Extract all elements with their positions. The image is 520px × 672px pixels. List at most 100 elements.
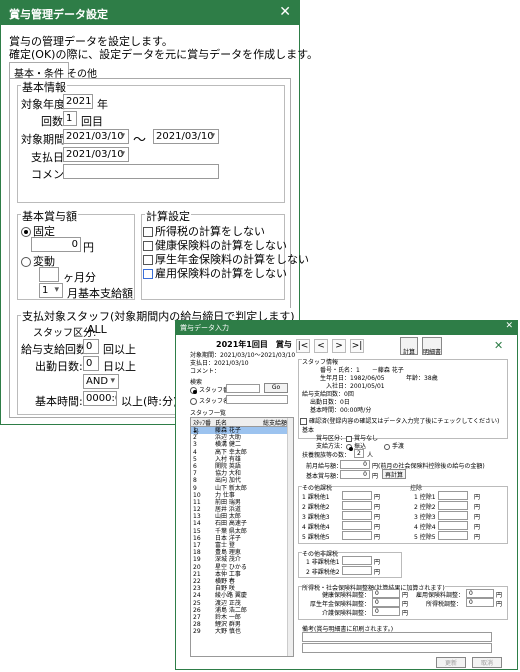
taxable-input[interactable] xyxy=(342,501,372,510)
go-button[interactable]: Go xyxy=(264,383,288,393)
staff-no-cell: 27 xyxy=(193,613,201,621)
cancel-button[interactable]: 取消 xyxy=(472,657,502,668)
table-row[interactable]: 12 居井 浜道 xyxy=(191,506,293,513)
staff-no-cell: 2 xyxy=(193,434,197,442)
cash-radio[interactable]: 手渡 xyxy=(384,441,404,450)
adj-care-input[interactable]: 0 xyxy=(372,607,400,616)
table-row[interactable]: 20 星空 ひかる xyxy=(191,564,293,571)
adj-pension-input[interactable]: 0 xyxy=(372,598,400,607)
recalc-button[interactable]: 再計算 xyxy=(382,469,406,479)
year-input[interactable]: 2021 xyxy=(63,94,93,109)
adj-income-tax-input[interactable]: 0 xyxy=(466,598,494,607)
nontax-2-input[interactable] xyxy=(342,566,372,575)
staff-name-cell: 出向 加代 xyxy=(215,477,241,485)
base-bonus-input[interactable]: 0 xyxy=(340,470,370,479)
no-employment-ins-checkbox[interactable]: 雇用保険料の計算をしない xyxy=(143,265,287,281)
calc-button[interactable]: 計算 xyxy=(400,337,418,356)
prev-record-icon[interactable]: < xyxy=(314,339,328,353)
adj-employment-input[interactable]: 0 xyxy=(466,589,494,598)
pay-count-input[interactable]: 0 xyxy=(83,339,99,354)
table-row[interactable]: 26 浦島 浩二郎 xyxy=(191,607,293,614)
next-record-icon[interactable]: > xyxy=(332,339,346,353)
table-row[interactable]: 7 協力 大和 xyxy=(191,470,293,477)
table-row[interactable]: 11 前田 瑞男 xyxy=(191,499,293,506)
yen-unit: 円 xyxy=(374,514,381,521)
table-row[interactable]: 3 横溝 健二 xyxy=(191,441,293,448)
deductions-label: 5 控除5 xyxy=(414,534,436,541)
update-button[interactable]: 更新 xyxy=(436,657,466,668)
close-icon[interactable]: ✕ xyxy=(505,321,513,331)
table-row[interactable]: 5 入村 有雄 xyxy=(191,456,293,463)
months-input[interactable] xyxy=(39,267,59,282)
print-slip-button[interactable]: 明細書 xyxy=(422,337,442,356)
scrollbar[interactable] xyxy=(287,418,293,656)
table-row[interactable]: 16 日本 洋子 xyxy=(191,535,293,542)
note-input-2[interactable] xyxy=(302,643,492,653)
table-row[interactable]: 6 関院 英語 xyxy=(191,463,293,470)
nontax-1-input[interactable] xyxy=(342,556,372,565)
close-x-icon[interactable]: ✕ xyxy=(494,339,503,352)
staff-list[interactable]: ｽﾀｯﾌ番号 氏名 総支給額 1 藤森 花子 2 浜辺 大助 3 横溝 健二 4 高下 幸太郎… xyxy=(190,417,294,657)
table-row[interactable]: 25 渡辺 正茂 xyxy=(191,600,293,607)
taxable-label: 1 課税他1 xyxy=(302,494,330,501)
deductions-input[interactable] xyxy=(438,501,468,510)
table-row[interactable]: 8 出向 加代 xyxy=(191,477,293,484)
deductions-label: 4 控除4 xyxy=(414,524,436,531)
and-select[interactable]: AND xyxy=(83,374,119,389)
taxable-input[interactable] xyxy=(342,531,372,540)
pay-method-label: 支給方法： xyxy=(316,443,347,450)
fixed-amount-input[interactable]: 0 xyxy=(31,237,81,252)
base-month-select[interactable]: 1 xyxy=(39,283,63,298)
deductions-input[interactable] xyxy=(438,521,468,530)
search-no-input[interactable] xyxy=(226,384,260,393)
table-row[interactable]: 4 高下 幸太郎 xyxy=(191,449,293,456)
table-row[interactable]: 18 豊島 理恵 xyxy=(191,549,293,556)
table-row[interactable]: 27 鈴木 一郎 xyxy=(191,614,293,621)
period-from-select[interactable]: 2021/03/10 xyxy=(63,129,129,144)
dependents-input[interactable]: 2 xyxy=(354,449,364,458)
table-row[interactable]: 2 浜辺 大助 xyxy=(191,434,293,441)
hours-input[interactable]: 0000:00 xyxy=(83,391,117,406)
table-row[interactable]: 10 力 仕事 xyxy=(191,492,293,499)
pay-date-select[interactable]: 2021/03/10 xyxy=(63,147,129,162)
last-record-icon[interactable]: >| xyxy=(350,339,364,353)
table-row[interactable]: 15 千葉 県太郎 xyxy=(191,528,293,535)
deductions-input[interactable] xyxy=(438,511,468,520)
table-row[interactable]: 22 横野 春 xyxy=(191,578,293,585)
sub-title: 賞与データ入力 xyxy=(180,324,229,332)
taxable-input[interactable] xyxy=(342,491,372,500)
deductions-input[interactable] xyxy=(438,531,468,540)
times-input[interactable]: 1 xyxy=(63,111,77,126)
col-staff-no[interactable]: ｽﾀｯﾌ番号 xyxy=(191,418,215,436)
table-row[interactable]: 28 鯉沢 群男 xyxy=(191,621,293,628)
taxable-input[interactable] xyxy=(342,521,372,530)
table-row[interactable]: 21 本仲 工事 xyxy=(191,571,293,578)
col-name[interactable]: 氏名 xyxy=(215,418,263,427)
table-row[interactable]: 24 綾小路 翼慶 xyxy=(191,592,293,599)
search-by-name-radio[interactable]: スタッフ名 xyxy=(190,396,229,405)
table-row[interactable]: 17 富士 登 xyxy=(191,542,293,549)
first-record-icon[interactable]: |< xyxy=(296,339,310,353)
table-row[interactable]: 29 大野 慎也 xyxy=(191,628,293,635)
note-input-1[interactable] xyxy=(302,632,492,642)
tab-basic[interactable]: 基本・条件 xyxy=(9,62,69,80)
comment-input[interactable] xyxy=(63,164,219,179)
yen-unit: 円 xyxy=(374,494,381,501)
search-name-input[interactable] xyxy=(226,395,288,404)
table-row[interactable]: 1 藤森 花子 xyxy=(191,427,293,435)
table-row[interactable]: 19 深城 茂介 xyxy=(191,556,293,563)
prev-pay-input[interactable]: 0 xyxy=(340,460,370,469)
table-row[interactable]: 14 石田 高速子 xyxy=(191,520,293,527)
deductions-input[interactable] xyxy=(438,491,468,500)
days-input[interactable]: 0 xyxy=(83,356,99,371)
adj-health-input[interactable]: 0 xyxy=(372,589,400,598)
taxable-input[interactable] xyxy=(342,511,372,520)
dialog-titlebar: 賞与管理データ設定 ✕ xyxy=(1,1,299,25)
staff-cat-value[interactable]: ALL xyxy=(87,323,107,336)
close-icon[interactable]: ✕ xyxy=(279,4,291,20)
table-row[interactable]: 9 山下 新太郎 xyxy=(191,485,293,492)
hours-unit: 以上(時:分) xyxy=(121,395,178,408)
confirm-checkbox[interactable]: 確認済(登録内容の確認又はデータ入力完了後にチェックしてください) xyxy=(300,416,499,425)
staff-no-cell: 18 xyxy=(193,549,201,557)
period-to-select[interactable]: 2021/03/10 xyxy=(153,129,219,144)
